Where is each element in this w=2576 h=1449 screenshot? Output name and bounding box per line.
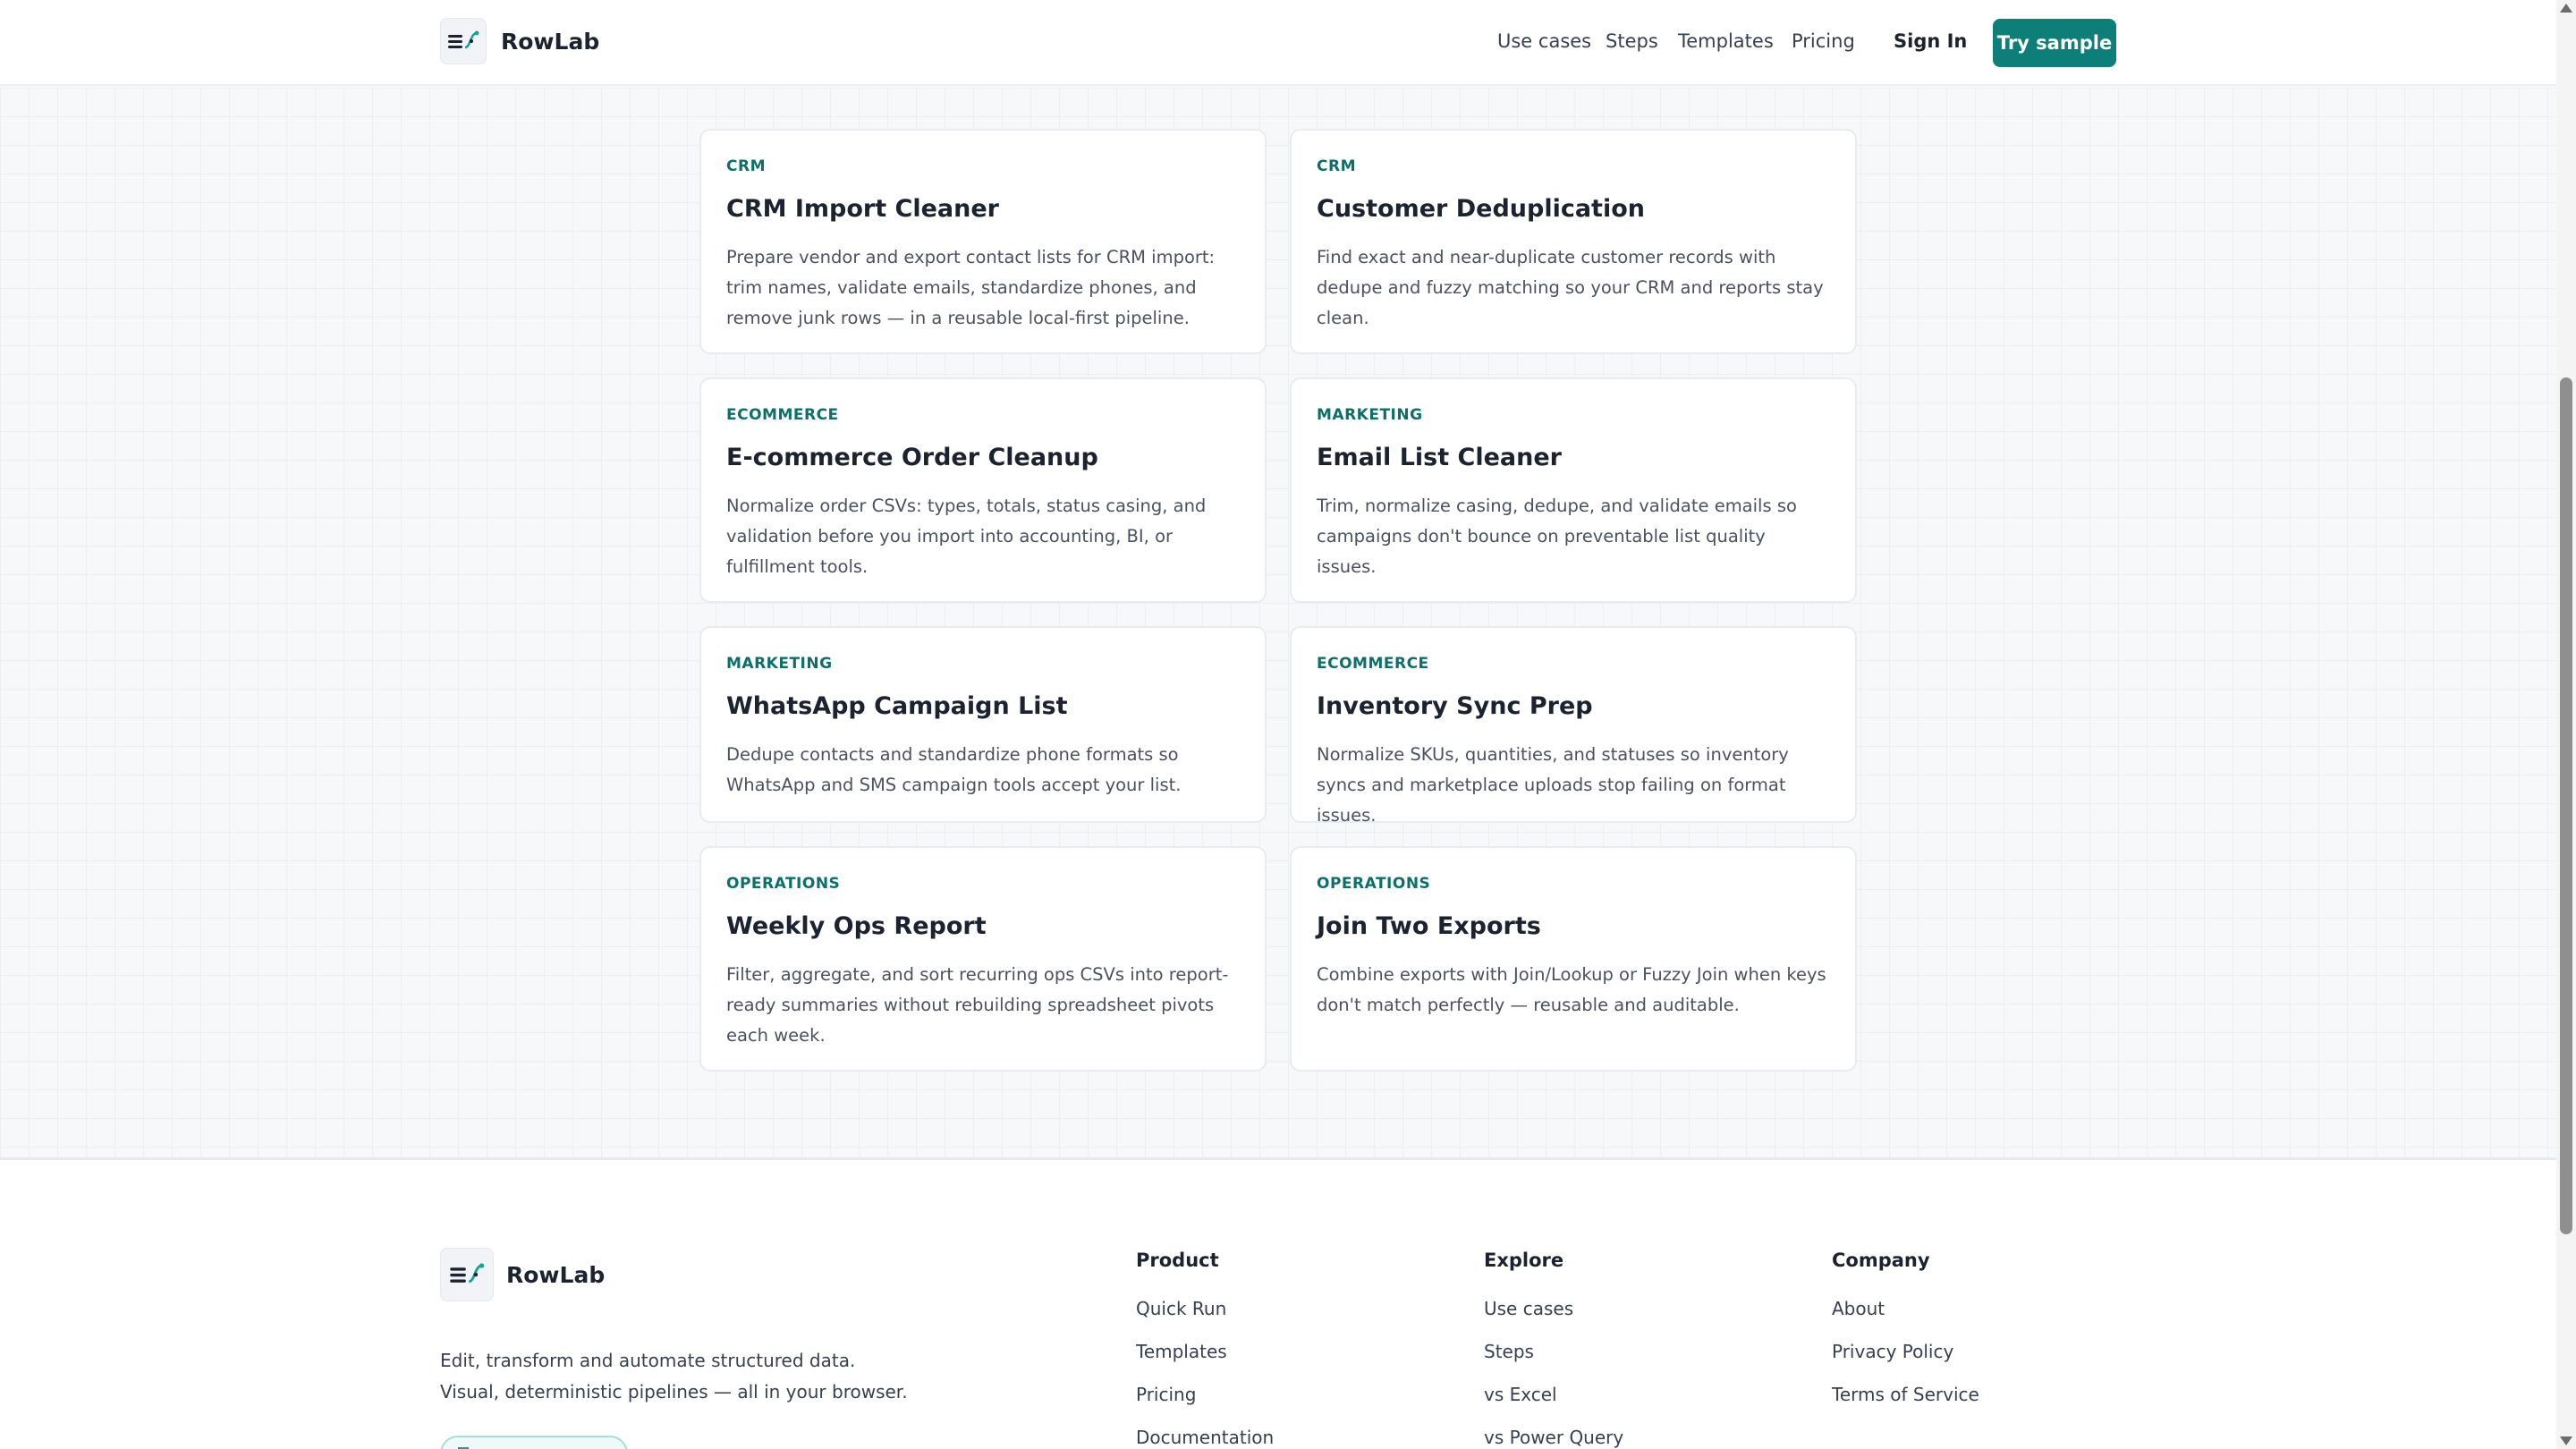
footer-tagline-line-1: Edit, transform and automate structured … xyxy=(440,1350,856,1371)
card-title: Inventory Sync Prep xyxy=(1317,692,1593,720)
card-description: Normalize SKUs, quantities, and statuses… xyxy=(1317,744,1789,826)
logo-mark-icon xyxy=(440,1248,494,1301)
card-title: E-commerce Order Cleanup xyxy=(726,444,1098,471)
footer-logo-text: RowLab xyxy=(506,1261,606,1288)
logo-text: RowLab xyxy=(501,28,600,55)
card-description: Find exact and near-duplicate customer r… xyxy=(1317,247,1824,328)
footer-link-steps[interactable]: Steps xyxy=(1484,1341,1534,1362)
site-footer: RowLab Edit, transform and automate stru… xyxy=(0,1157,2556,1449)
footer-link-vs-excel[interactable]: vs Excel xyxy=(1484,1384,1557,1405)
card-title: Join Two Exports xyxy=(1317,912,1541,940)
footer-tagline-line-2: Visual, deterministic pipelines — all in… xyxy=(440,1381,908,1402)
footer-col-product-title: Product xyxy=(1136,1250,1219,1271)
templates-section xyxy=(0,88,2556,1157)
footer-link-use-cases[interactable]: Use cases xyxy=(1484,1298,1573,1319)
card-category: MARKETING xyxy=(1317,406,1423,424)
template-card-crm-import-cleaner[interactable]: CRM CRM Import Cleaner Prepare vendor an… xyxy=(699,129,1267,354)
card-title: Weekly Ops Report xyxy=(726,912,987,940)
footer-link-vs-power-query[interactable]: vs Power Query xyxy=(1484,1427,1623,1448)
scroll-up-arrow-icon[interactable] xyxy=(2560,4,2572,13)
template-card-email-list-cleaner[interactable]: MARKETING Email List Cleaner Trim, norma… xyxy=(1290,377,1857,603)
card-category: CRM xyxy=(1317,157,1356,175)
nav-templates[interactable]: Templates xyxy=(1678,30,1774,52)
shield-icon: ⛉ xyxy=(458,1445,469,1449)
footer-link-about[interactable]: About xyxy=(1832,1298,1885,1319)
nav-use-cases[interactable]: Use cases xyxy=(1497,30,1591,52)
footer-link-templates[interactable]: Templates xyxy=(1136,1341,1227,1362)
template-card-weekly-ops-report[interactable]: OPERATIONS Weekly Ops Report Filter, agg… xyxy=(699,846,1267,1072)
card-description: Prepare vendor and export contact lists … xyxy=(726,247,1216,328)
card-category: ECOMMERCE xyxy=(1317,655,1429,673)
card-description: Dedupe contacts and standardize phone fo… xyxy=(726,744,1182,795)
card-title: CRM Import Cleaner xyxy=(726,195,1000,223)
card-category: OPERATIONS xyxy=(726,875,841,893)
card-description: Combine exports with Join/Lookup or Fuzz… xyxy=(1317,964,1826,1015)
footer-link-terms-of-service[interactable]: Terms of Service xyxy=(1832,1384,1979,1405)
card-category: CRM xyxy=(726,157,766,175)
template-card-customer-deduplication[interactable]: CRM Customer Deduplication Find exact an… xyxy=(1290,129,1857,354)
card-title: WhatsApp Campaign List xyxy=(726,692,1068,720)
footer-link-privacy-policy[interactable]: Privacy Policy xyxy=(1832,1341,1953,1362)
footer-link-pricing[interactable]: Pricing xyxy=(1136,1384,1196,1405)
footer-tagline: Edit, transform and automate structured … xyxy=(440,1345,908,1408)
sign-in-link[interactable]: Sign In xyxy=(1894,30,1967,52)
nav-pricing[interactable]: Pricing xyxy=(1792,30,1855,52)
card-description: Trim, normalize casing, dedupe, and vali… xyxy=(1317,496,1797,577)
card-category: MARKETING xyxy=(726,655,833,673)
card-description: Filter, aggregate, and sort recurring op… xyxy=(726,964,1229,1046)
footer-logo[interactable]: RowLab xyxy=(440,1248,605,1301)
logo-mark-icon xyxy=(440,18,487,64)
card-category: OPERATIONS xyxy=(1317,875,1431,893)
footer-badge: ⛉ xyxy=(440,1436,628,1449)
template-card-join-two-exports[interactable]: OPERATIONS Join Two Exports Combine expo… xyxy=(1290,846,1857,1072)
nav-steps[interactable]: Steps xyxy=(1606,30,1658,52)
card-title: Customer Deduplication xyxy=(1317,195,1645,223)
footer-col-explore-title: Explore xyxy=(1484,1250,1564,1271)
card-title: Email List Cleaner xyxy=(1317,444,1562,471)
footer-link-documentation[interactable]: Documentation xyxy=(1136,1427,1274,1448)
scrollbar-thumb[interactable] xyxy=(2560,377,2572,1234)
template-card-inventory-sync-prep[interactable]: ECOMMERCE Inventory Sync Prep Normalize … xyxy=(1290,626,1857,826)
scroll-down-arrow-icon[interactable] xyxy=(2560,1436,2572,1445)
template-card-ecommerce-order-cleanup[interactable]: ECOMMERCE E-commerce Order Cleanup Norma… xyxy=(699,377,1267,603)
footer-link-quick-run[interactable]: Quick Run xyxy=(1136,1298,1226,1319)
logo[interactable]: RowLab xyxy=(440,18,599,64)
try-sample-button[interactable]: Try sample xyxy=(1993,19,2116,67)
template-card-whatsapp-campaign-list[interactable]: MARKETING WhatsApp Campaign List Dedupe … xyxy=(699,626,1267,823)
page-scrollbar[interactable] xyxy=(2556,0,2576,1449)
card-description: Normalize order CSVs: types, totals, sta… xyxy=(726,496,1207,577)
footer-col-company-title: Company xyxy=(1832,1250,1930,1271)
card-category: ECOMMERCE xyxy=(726,406,839,424)
site-header: RowLab Use cases Steps Templates Pricing… xyxy=(0,0,2556,86)
